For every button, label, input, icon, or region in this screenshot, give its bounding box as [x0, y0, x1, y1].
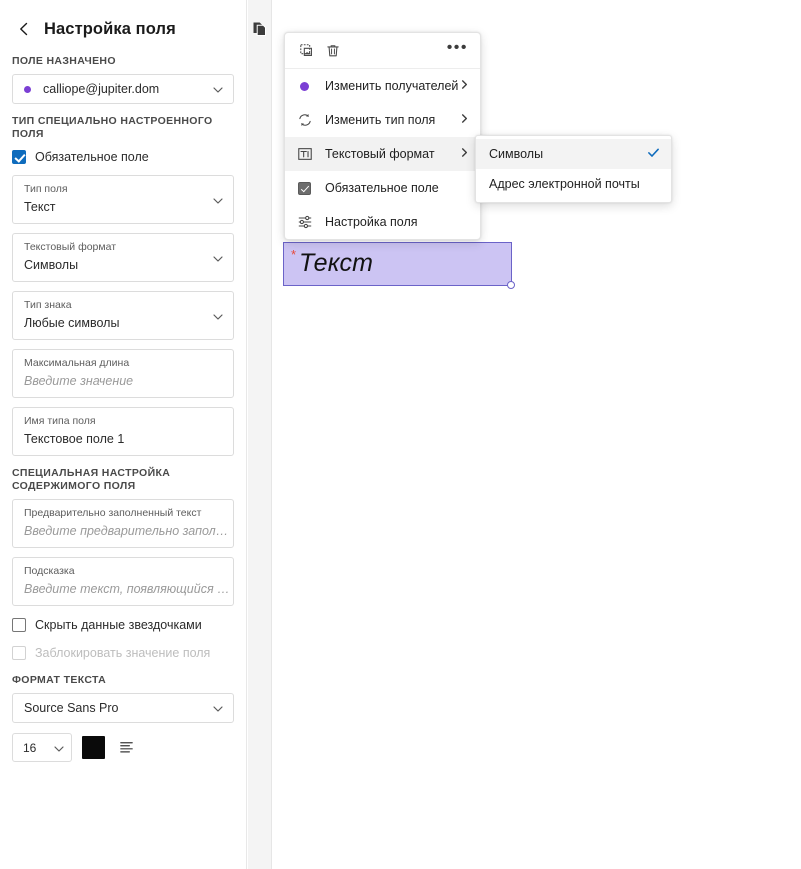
sliders-icon	[296, 214, 313, 231]
chevron-down-icon	[212, 702, 224, 714]
character-type-label: Тип знака	[24, 299, 72, 311]
unchecked-box-icon[interactable]	[12, 618, 26, 632]
lock-value-checkbox-row: Заблокировать значение поля	[0, 643, 246, 663]
max-length-placeholder: Введите значение	[24, 374, 134, 388]
field-type-value: Текст	[24, 200, 56, 214]
font-size-value: 16	[23, 740, 37, 755]
panel-header: Настройка поля	[0, 0, 246, 44]
tooltip-label: Подсказка	[24, 565, 75, 577]
pages-copy-icon[interactable]	[251, 20, 269, 38]
submenu-item-characters[interactable]: Символы	[476, 139, 671, 169]
unchecked-box-disabled-icon	[12, 646, 26, 660]
align-left-icon[interactable]	[115, 737, 137, 759]
section-label-assigned: ПОЛЕ НАЗНАЧЕНО	[12, 55, 116, 67]
check-icon	[647, 146, 660, 162]
field-type-name-input[interactable]: Имя типа поля Текстовое поле 1	[12, 407, 234, 456]
trash-icon[interactable]	[320, 38, 346, 64]
menu-item-label: Обязательное поле	[325, 181, 439, 195]
app-root: Настройка поля ПОЛЕ НАЗНАЧЕНО calliope@j…	[0, 0, 801, 869]
font-size-select[interactable]: 16	[12, 733, 72, 762]
text-format-select[interactable]: Текстовый формат Символы	[12, 233, 234, 282]
text-format-label: Текстовый формат	[24, 241, 117, 253]
character-type-value: Любые символы	[24, 316, 120, 330]
chevron-down-icon	[212, 252, 224, 264]
recipient-dot-icon	[24, 85, 31, 93]
menu-item-label: Настройка поля	[325, 215, 418, 229]
recipient-dot-icon	[296, 78, 313, 95]
section-label-text-format: ФОРМАТ ТЕКСТА	[12, 674, 107, 686]
chevron-right-icon	[459, 113, 470, 127]
prefilled-text-placeholder: Введите предварительно запол…	[24, 524, 229, 538]
menu-item-label: Изменить получателей	[325, 79, 459, 93]
menu-item-change-field-type[interactable]: Изменить тип поля	[285, 103, 480, 137]
sync-icon	[296, 112, 313, 129]
field-settings-panel: Настройка поля ПОЛЕ НАЗНАЧЕНО calliope@j…	[0, 0, 247, 869]
field-type-name-label: Имя типа поля	[24, 415, 96, 427]
text-format-submenu: Символы Адрес электронной почты	[475, 135, 672, 203]
section-label-custom-type: ТИП СПЕЦИАЛЬНО НАСТРОЕННОГО ПОЛЯ	[12, 115, 213, 140]
font-color-swatch[interactable]	[82, 736, 105, 759]
tooltip-placeholder: Введите текст, появляющийся …	[24, 582, 230, 596]
section-label-content: СПЕЦИАЛЬНАЯ НАСТРОЙКА СОДЕРЖИМОГО ПОЛЯ	[12, 467, 171, 492]
max-length-input[interactable]: Максимальная длина Введите значение	[12, 349, 234, 398]
submenu-item-label: Адрес электронной почты	[489, 177, 640, 191]
checked-box-icon[interactable]	[12, 150, 26, 164]
hide-data-label: Скрыть данные звездочками	[35, 618, 202, 632]
page-title: Настройка поля	[44, 19, 176, 38]
required-marker: *	[291, 247, 297, 262]
submenu-item-email-address[interactable]: Адрес электронной почты	[476, 169, 671, 199]
menu-item-label: Текстовый формат	[325, 147, 435, 161]
field-type-name-value: Текстовое поле 1	[24, 432, 125, 446]
font-family-select[interactable]: Source Sans Pro	[12, 693, 234, 723]
submenu-item-label: Символы	[489, 147, 544, 161]
max-length-label: Максимальная длина	[24, 357, 130, 369]
field-context-menu: ••• Изменить получателей Изменить тип по…	[284, 32, 481, 240]
checked-box-icon	[296, 180, 313, 197]
chevron-down-icon	[212, 83, 224, 95]
more-options-icon[interactable]: •••	[447, 39, 468, 59]
assignee-value: calliope@jupiter.dom	[43, 82, 160, 96]
menu-item-text-format[interactable]: Текстовый формат	[285, 137, 480, 171]
field-type-select[interactable]: Тип поля Текст	[12, 175, 234, 224]
text-format-toolbar: 16	[0, 733, 246, 762]
menu-item-field-settings[interactable]: Настройка поля	[285, 205, 480, 239]
hide-data-checkbox-row[interactable]: Скрыть данные звездочками	[0, 615, 246, 635]
text-format-icon	[296, 146, 313, 163]
character-type-select[interactable]: Тип знака Любые символы	[12, 291, 234, 340]
prefilled-text-input[interactable]: Предварительно заполненный текст Введите…	[12, 499, 234, 548]
resize-handle[interactable]	[507, 281, 515, 289]
chevron-right-icon	[459, 147, 470, 161]
chevron-down-icon	[212, 310, 224, 322]
chevron-down-icon	[212, 194, 224, 206]
lock-value-label: Заблокировать значение поля	[35, 646, 211, 660]
menu-item-required-field[interactable]: Обязательное поле	[285, 171, 480, 205]
tooltip-input[interactable]: Подсказка Введите текст, появляющийся …	[12, 557, 234, 606]
chevron-left-icon[interactable]	[14, 19, 34, 39]
chevron-right-icon	[459, 79, 470, 93]
chevron-down-icon	[53, 742, 65, 754]
font-family-value: Source Sans Pro	[24, 701, 119, 715]
field-type-label: Тип поля	[24, 183, 68, 195]
document-text-field-value: Текст	[299, 249, 374, 277]
text-format-value: Символы	[24, 258, 79, 272]
required-field-label: Обязательное поле	[35, 150, 149, 164]
assignee-select[interactable]: calliope@jupiter.dom	[12, 74, 234, 104]
context-menu-toolbar: •••	[285, 33, 480, 69]
document-text-field[interactable]: * Текст	[283, 242, 515, 289]
prefilled-text-label: Предварительно заполненный текст	[24, 507, 202, 519]
menu-item-change-recipients[interactable]: Изменить получателей	[285, 69, 480, 103]
menu-item-label: Изменить тип поля	[325, 113, 436, 127]
required-field-checkbox-row[interactable]: Обязательное поле	[0, 147, 246, 167]
document-toolstrip	[248, 0, 272, 869]
duplicate-icon[interactable]	[294, 38, 320, 64]
